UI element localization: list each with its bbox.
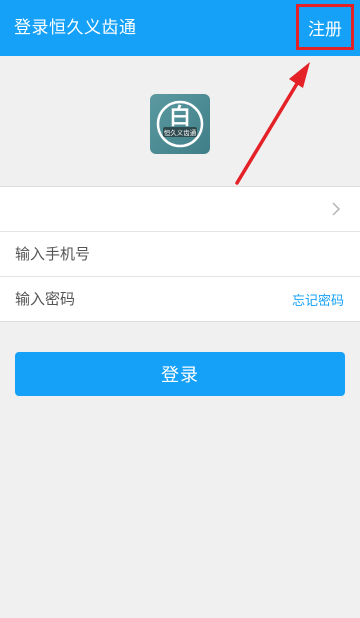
selector-row[interactable] <box>0 187 360 232</box>
password-input[interactable] <box>15 277 275 321</box>
app-bar: 登录恒久义齿通 注册 <box>0 0 360 56</box>
forgot-password-link[interactable]: 忘记密码 <box>292 290 344 309</box>
logo-icon: 白 恒久义齿通 <box>156 100 204 148</box>
phone-row <box>0 232 360 277</box>
register-button[interactable]: 注册 <box>296 4 354 50</box>
phone-input[interactable] <box>15 232 275 276</box>
login-button[interactable]: 登录 <box>15 352 345 396</box>
app-logo: 白 恒久义齿通 <box>150 94 210 154</box>
login-form: 忘记密码 <box>0 186 360 322</box>
chevron-right-icon <box>332 202 341 216</box>
register-label: 注册 <box>308 19 342 40</box>
page-title: 登录恒久义齿通 <box>14 18 137 38</box>
password-row: 忘记密码 <box>0 277 360 321</box>
login-label: 登录 <box>161 365 199 386</box>
logo-glyph: 白 <box>169 104 191 130</box>
logo-caption: 恒久义齿通 <box>164 128 197 137</box>
